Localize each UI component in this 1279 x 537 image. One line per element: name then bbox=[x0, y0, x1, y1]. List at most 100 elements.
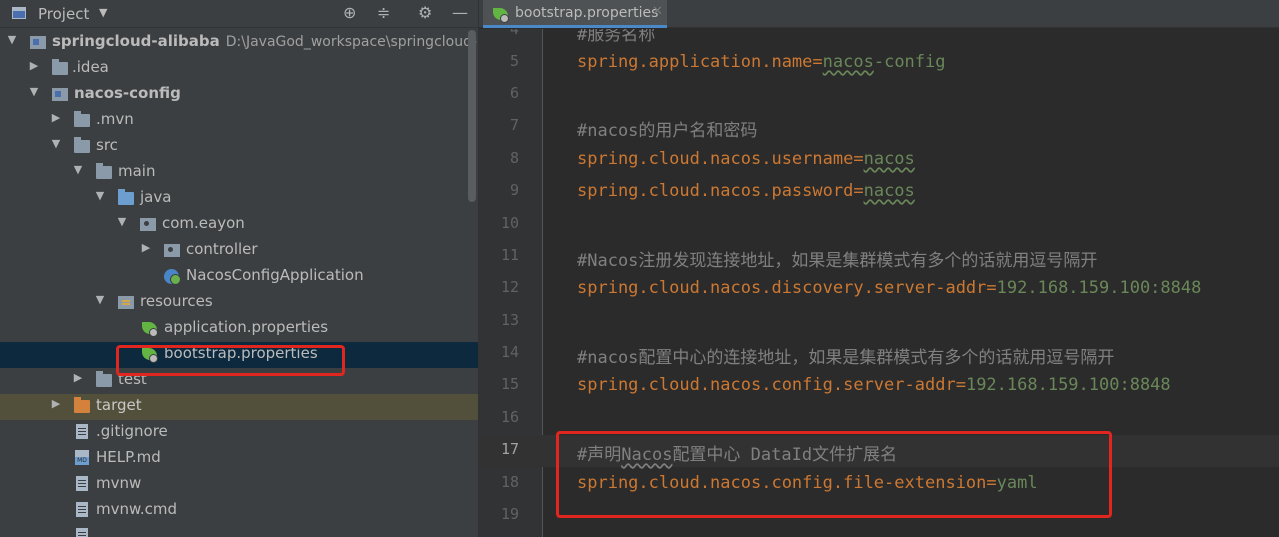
code-line: 11 #Nacos注册发现连接地址，如果是集群模式有多个的话就用逗号隔开 bbox=[479, 241, 1279, 273]
tree-item-resources[interactable]: ▼ resources bbox=[0, 290, 478, 316]
tree-item-application-properties[interactable]: application.properties bbox=[0, 316, 478, 342]
tree-item-label: .gitignore bbox=[96, 422, 168, 440]
code-line: 4 #服务名称 bbox=[479, 29, 1279, 47]
locate-icon[interactable]: ⊕ bbox=[343, 3, 356, 23]
source-folder-icon bbox=[118, 189, 134, 205]
tree-item-label: src bbox=[96, 136, 118, 154]
chevron-right-icon[interactable]: ▶ bbox=[72, 371, 84, 384]
tree-item-nacos-config[interactable]: ▼ nacos-config bbox=[0, 82, 478, 108]
tab-bootstrap-properties[interactable]: bootstrap.properties ✕ bbox=[483, 0, 667, 28]
folder-icon bbox=[74, 111, 90, 127]
tree-item-idea[interactable]: ▶ .idea bbox=[0, 56, 478, 82]
tree-item-target[interactable]: ▶ target bbox=[0, 394, 478, 420]
tree-item-src[interactable]: ▼ src bbox=[0, 134, 478, 160]
tree-item-label: main bbox=[118, 162, 156, 180]
module-path: D:\JavaGod_workspace\springcloud- bbox=[225, 34, 478, 50]
chevron-down-icon[interactable]: ▼ bbox=[72, 163, 84, 176]
tree-item-test[interactable]: ▶ test bbox=[0, 368, 478, 394]
tree-item-com-eayon[interactable]: ▼ com.eayon bbox=[0, 212, 478, 238]
tree-item-mvn[interactable]: ▶ .mvn bbox=[0, 108, 478, 134]
tree-item-main[interactable]: ▼ main bbox=[0, 160, 478, 186]
collapse-all-icon[interactable]: ≑ bbox=[377, 3, 390, 23]
editor: bootstrap.properties ✕ 4 #服务名称 5 spring.… bbox=[478, 0, 1279, 537]
chevron-down-icon[interactable]: ▼ bbox=[94, 189, 106, 202]
tree-item-label: mvnw.cmd bbox=[96, 500, 178, 518]
chevron-down-icon[interactable]: ▼ bbox=[50, 137, 62, 150]
property-key: spring.cloud.nacos.password bbox=[577, 181, 854, 201]
chevron-right-icon[interactable]: ▶ bbox=[140, 241, 152, 254]
tree-item-label: bootstrap.properties bbox=[164, 344, 318, 362]
tree-item-label: HELP.md bbox=[96, 448, 161, 466]
folder-icon bbox=[74, 137, 90, 153]
line-number: 16 bbox=[500, 408, 519, 426]
package-icon bbox=[164, 244, 180, 257]
chevron-down-icon[interactable]: ▼ bbox=[94, 293, 106, 306]
property-value: 192.168.159.100:8848 bbox=[965, 375, 1171, 395]
code-line: 12 spring.cloud.nacos.discovery.server-a… bbox=[479, 273, 1279, 305]
gear-icon[interactable]: ⚙ bbox=[418, 3, 432, 23]
comment-text: #服务名称 bbox=[577, 29, 656, 45]
property-value-squiggle: nacos bbox=[822, 52, 874, 72]
line-number: 9 bbox=[509, 181, 519, 199]
comment-text: #nacos的用户名和密码 bbox=[577, 121, 758, 141]
project-panel-header: Project ▼ ⊕ ≑ ⚙ — bbox=[0, 0, 478, 28]
line-number: 17 bbox=[500, 440, 519, 458]
comment-squiggle: Nacos bbox=[621, 445, 673, 465]
property-key: spring.application.name bbox=[577, 52, 813, 72]
close-icon[interactable]: ✕ bbox=[652, 4, 663, 19]
line-number: 15 bbox=[500, 375, 519, 393]
property-value: yaml bbox=[996, 473, 1038, 493]
property-value: 192.168.159.100:8848 bbox=[996, 278, 1202, 298]
code-line: 9 spring.cloud.nacos.password=nacos bbox=[479, 176, 1279, 208]
tree-item-label: target bbox=[96, 396, 142, 414]
property-key: spring.cloud.nacos.username bbox=[577, 149, 854, 169]
project-view-icon bbox=[12, 7, 26, 19]
tree-item-springcloud-alibaba[interactable]: ▼ springcloud-alibaba D:\JavaGod_workspac… bbox=[0, 30, 478, 56]
code-line: 7 #nacos的用户名和密码 bbox=[479, 111, 1279, 143]
chevron-right-icon[interactable]: ▶ bbox=[50, 397, 62, 410]
tree-item-label: mvnw bbox=[96, 474, 142, 492]
line-number: 18 bbox=[500, 473, 519, 491]
tree-item-bootstrap-properties[interactable]: bootstrap.properties bbox=[0, 342, 478, 368]
property-value: -config bbox=[873, 52, 946, 72]
chevron-down-icon[interactable]: ▼ bbox=[116, 215, 128, 228]
line-number: 6 bbox=[509, 84, 519, 102]
spring-boot-class-icon bbox=[164, 269, 181, 285]
tree-item-nacosconfigapplication[interactable]: NacosConfigApplication bbox=[0, 264, 478, 290]
resources-folder-icon bbox=[118, 296, 134, 309]
comment-text: #nacos配置中心的连接地址，如果是集群模式有多个的话就用逗号隔开 bbox=[577, 348, 1115, 368]
comment-text: 配置中心 DataId文件扩展名 bbox=[672, 445, 898, 465]
tree-item-controller[interactable]: ▶ controller bbox=[0, 238, 478, 264]
tree-item-label: application.properties bbox=[164, 318, 329, 336]
text-file-icon bbox=[76, 476, 88, 491]
chevron-right-icon[interactable]: ▶ bbox=[50, 111, 62, 124]
property-value-squiggle: nacos bbox=[863, 149, 915, 169]
line-number: 5 bbox=[509, 52, 519, 70]
code-line: 15 spring.cloud.nacos.config.server-addr… bbox=[479, 370, 1279, 402]
tree-item-partial[interactable] bbox=[0, 524, 478, 537]
chevron-down-icon[interactable]: ▼ bbox=[28, 85, 40, 98]
spring-properties-icon bbox=[142, 348, 158, 363]
tree-item-java[interactable]: ▼ java bbox=[0, 186, 478, 212]
tree-item-label: nacos-config bbox=[74, 84, 181, 102]
tree-item-mvnw-cmd[interactable]: mvnw.cmd bbox=[0, 498, 478, 524]
code-line: 6 bbox=[479, 79, 1279, 111]
excluded-folder-icon bbox=[74, 397, 90, 413]
chevron-down-icon[interactable]: ▼ bbox=[6, 33, 18, 46]
tree-item-help-md[interactable]: HELP.md bbox=[0, 446, 478, 472]
hide-panel-icon[interactable]: — bbox=[452, 3, 468, 23]
project-view-selector[interactable]: Project bbox=[38, 5, 89, 23]
tree-item-label: NacosConfigApplication bbox=[186, 266, 364, 284]
chevron-down-icon[interactable]: ▼ bbox=[99, 6, 107, 19]
chevron-right-icon[interactable]: ▶ bbox=[28, 59, 40, 72]
tree-item-gitignore[interactable]: .gitignore bbox=[0, 420, 478, 446]
code-area[interactable]: 4 #服务名称 5 spring.application.name=nacos-… bbox=[479, 29, 1279, 537]
tree-item-mvnw[interactable]: mvnw bbox=[0, 472, 478, 498]
code-line: 14 #nacos配置中心的连接地址，如果是集群模式有多个的话就用逗号隔开 bbox=[479, 338, 1279, 370]
markdown-file-icon bbox=[75, 450, 89, 465]
property-key: spring.cloud.nacos.discovery.server-addr bbox=[577, 278, 987, 298]
module-icon bbox=[52, 88, 68, 101]
code-line: 5 spring.application.name=nacos-config bbox=[479, 47, 1279, 79]
property-key: spring.cloud.nacos.config.file-extension bbox=[577, 473, 987, 493]
tree-scrollbar[interactable] bbox=[468, 30, 476, 202]
